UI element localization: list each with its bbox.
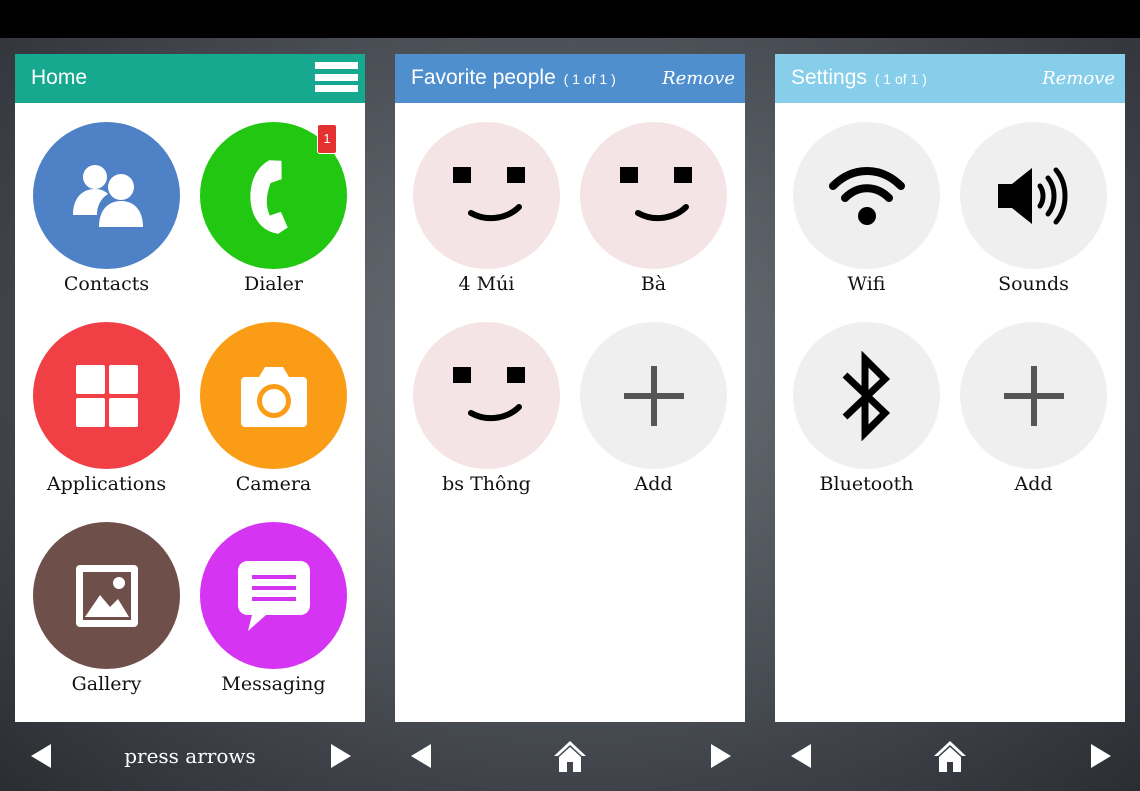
- contacts-tile[interactable]: Contacts: [33, 122, 180, 295]
- tile-label: Contacts: [63, 273, 150, 295]
- favorite-person-tile[interactable]: 4 Múi: [413, 122, 560, 295]
- speaker-icon: [960, 122, 1107, 269]
- gallery-icon: [33, 522, 180, 669]
- tile-label: Wifi: [847, 273, 886, 295]
- favorites-panel: Favorite people ( 1 of 1 ) Remove 4 Múi …: [395, 54, 745, 722]
- camera-tile[interactable]: Camera: [200, 322, 347, 495]
- phone-icon: 1: [200, 122, 347, 269]
- favorites-nav-bar: [395, 730, 745, 782]
- plus-icon: [960, 322, 1107, 469]
- gallery-tile[interactable]: Gallery: [33, 522, 180, 695]
- tile-label: Gallery: [71, 673, 142, 695]
- notification-badge: 1: [317, 124, 337, 154]
- home-panel: Home Contacts 1 Dialer Applications Came…: [15, 54, 365, 722]
- tile-label: Add: [634, 473, 673, 495]
- press-arrows-hint: press arrows: [124, 744, 256, 768]
- tile-label: Bluetooth: [819, 473, 914, 495]
- favorites-count: ( 1 of 1 ): [563, 71, 616, 87]
- home-icon[interactable]: [932, 739, 968, 777]
- arrow-left-icon[interactable]: [411, 744, 431, 768]
- tile-label: Dialer: [243, 273, 304, 295]
- tile-label: Messaging: [221, 673, 326, 695]
- bluetooth-icon: [793, 322, 940, 469]
- dialer-tile[interactable]: 1 Dialer: [200, 122, 347, 295]
- tile-label: Camera: [235, 473, 312, 495]
- favorites-header: Favorite people ( 1 of 1 ) Remove: [395, 54, 745, 103]
- settings-count: ( 1 of 1 ): [874, 71, 927, 87]
- smiley-face-icon: [413, 122, 560, 269]
- smiley-face-icon: [413, 322, 560, 469]
- wifi-icon: [793, 122, 940, 269]
- arrow-left-icon[interactable]: [791, 744, 811, 768]
- tile-label: Bà: [640, 273, 667, 295]
- home-title: Home: [31, 66, 88, 89]
- message-icon: [200, 522, 347, 669]
- arrow-right-icon[interactable]: [711, 744, 731, 768]
- home-icon[interactable]: [552, 739, 588, 777]
- remove-button[interactable]: Remove: [1042, 68, 1115, 89]
- tile-label: Applications: [46, 473, 167, 495]
- tile-label: 4 Múi: [458, 273, 515, 295]
- plus-icon: [580, 322, 727, 469]
- favorites-title-text: Favorite people: [411, 66, 556, 89]
- messaging-tile[interactable]: Messaging: [200, 522, 347, 695]
- add-favorite-tile[interactable]: Add: [580, 322, 727, 495]
- favorite-person-tile[interactable]: bs Thông: [413, 322, 560, 495]
- settings-nav-bar: [775, 730, 1125, 782]
- smiley-face-icon: [580, 122, 727, 269]
- hamburger-menu-icon[interactable]: [315, 62, 358, 96]
- status-bar: [0, 0, 1140, 38]
- remove-button[interactable]: Remove: [662, 68, 735, 89]
- home-header: Home: [15, 54, 365, 103]
- apps-grid-icon: [33, 322, 180, 469]
- favorites-title: Favorite people ( 1 of 1 ): [411, 66, 616, 90]
- arrow-right-icon[interactable]: [331, 744, 351, 768]
- favorite-person-tile[interactable]: Bà: [580, 122, 727, 295]
- settings-title-text: Settings: [791, 66, 867, 89]
- applications-tile[interactable]: Applications: [33, 322, 180, 495]
- add-setting-tile[interactable]: Add: [960, 322, 1107, 495]
- settings-header: Settings ( 1 of 1 ) Remove: [775, 54, 1125, 103]
- tile-label: Sounds: [998, 273, 1069, 295]
- contacts-icon: [33, 122, 180, 269]
- tile-label: Add: [1014, 473, 1053, 495]
- wifi-tile[interactable]: Wifi: [793, 122, 940, 295]
- settings-panel: Settings ( 1 of 1 ) Remove Wifi Sounds B…: [775, 54, 1125, 722]
- settings-title: Settings ( 1 of 1 ): [791, 66, 927, 90]
- sounds-tile[interactable]: Sounds: [960, 122, 1107, 295]
- camera-icon: [200, 322, 347, 469]
- tile-label: bs Thông: [442, 473, 531, 495]
- bluetooth-tile[interactable]: Bluetooth: [793, 322, 940, 495]
- home-nav-bar: press arrows: [15, 730, 365, 782]
- arrow-right-icon[interactable]: [1091, 744, 1111, 768]
